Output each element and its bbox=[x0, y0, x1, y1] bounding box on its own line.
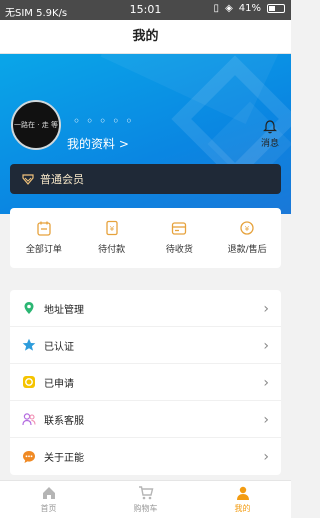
home-icon bbox=[42, 487, 55, 499]
wallet-icon: ¥ bbox=[105, 220, 118, 236]
customer-service-icon bbox=[22, 413, 36, 426]
tab-cart[interactable]: 购物车 bbox=[97, 481, 194, 518]
menu-item-applied[interactable]: 已申请 › bbox=[10, 364, 281, 401]
order-unpaid-label: 待付款 bbox=[98, 245, 126, 255]
user-icon bbox=[236, 486, 249, 500]
menu-item-address[interactable]: 地址管理 › bbox=[10, 290, 281, 327]
menu-label: 已认证 bbox=[44, 341, 74, 353]
order-shortcuts: 全部订单 ¥ 待付款 待收货 ¥ 退款/售后 bbox=[10, 208, 281, 268]
bottom-tab-bar: 首页 购物车 我的 bbox=[0, 480, 291, 518]
my-profile-link[interactable]: 我的资料 > bbox=[67, 135, 129, 152]
message-label: 消息 bbox=[260, 139, 279, 149]
menu-label: 地址管理 bbox=[44, 304, 84, 316]
svg-text:¥: ¥ bbox=[245, 225, 250, 233]
bell-icon bbox=[263, 120, 277, 134]
tab-home[interactable]: 首页 bbox=[0, 481, 97, 518]
page-title: 我的 bbox=[0, 20, 291, 54]
wifi-icon: ◈ bbox=[225, 3, 233, 14]
menu-label: 关于正能 bbox=[44, 453, 84, 464]
chevron-right-icon: › bbox=[263, 301, 269, 317]
order-all-label: 全部订单 bbox=[25, 245, 62, 255]
status-bar: 无SIM 5.9K/s 15:01 ▯ ◈ 41% bbox=[0, 0, 291, 20]
menu-label: 已申请 bbox=[44, 378, 74, 390]
chat-icon bbox=[23, 450, 35, 463]
refund-icon: ¥ bbox=[240, 221, 254, 235]
avatar[interactable]: 一路在 · 走 等 bbox=[11, 100, 61, 150]
menu-item-customer-service[interactable]: 联系客服 › bbox=[10, 401, 281, 438]
message-button[interactable]: 消息 bbox=[258, 120, 282, 149]
chevron-right-icon: › bbox=[263, 338, 269, 354]
order-to-receive-button[interactable]: 待收货 bbox=[146, 208, 214, 268]
order-refund-button[interactable]: ¥ 退款/售后 bbox=[213, 208, 281, 268]
order-list-icon bbox=[37, 221, 51, 236]
delivery-icon bbox=[172, 222, 187, 235]
order-refund-label: 退款/售后 bbox=[227, 245, 267, 255]
battery-percent: 41% bbox=[238, 3, 261, 14]
coin-icon bbox=[23, 376, 35, 388]
tab-label: 首页 bbox=[40, 504, 57, 513]
settings-menu: 地址管理 › 已认证 › 已申请 › 联系客服 › 关于正能 › bbox=[10, 290, 281, 475]
vibrate-icon: ▯ bbox=[213, 3, 220, 14]
order-unpaid-button[interactable]: ¥ 待付款 bbox=[78, 208, 146, 268]
member-badge-icon bbox=[22, 174, 34, 185]
user-name: ◦◦◦◦◦ bbox=[73, 114, 139, 128]
chevron-right-icon: › bbox=[263, 412, 269, 428]
tab-mine[interactable]: 我的 bbox=[194, 481, 291, 518]
order-to-receive-label: 待收货 bbox=[165, 245, 193, 255]
star-icon bbox=[22, 338, 36, 351]
chevron-right-icon: › bbox=[263, 449, 269, 465]
menu-item-about[interactable]: 关于正能 › bbox=[10, 438, 281, 475]
member-level: 普通会员 bbox=[40, 173, 84, 186]
tab-label: 我的 bbox=[234, 504, 251, 513]
menu-item-certified[interactable]: 已认证 › bbox=[10, 327, 281, 364]
location-icon bbox=[24, 302, 34, 314]
chevron-right-icon: › bbox=[263, 375, 269, 391]
svg-text:¥: ¥ bbox=[109, 225, 114, 233]
menu-label: 联系客服 bbox=[44, 415, 84, 427]
order-all-button[interactable]: 全部订单 bbox=[10, 208, 78, 268]
membership-card[interactable]: 普通会员 bbox=[10, 164, 281, 194]
cart-icon bbox=[138, 486, 153, 500]
tab-label: 购物车 bbox=[133, 504, 158, 513]
battery-icon bbox=[267, 4, 285, 13]
